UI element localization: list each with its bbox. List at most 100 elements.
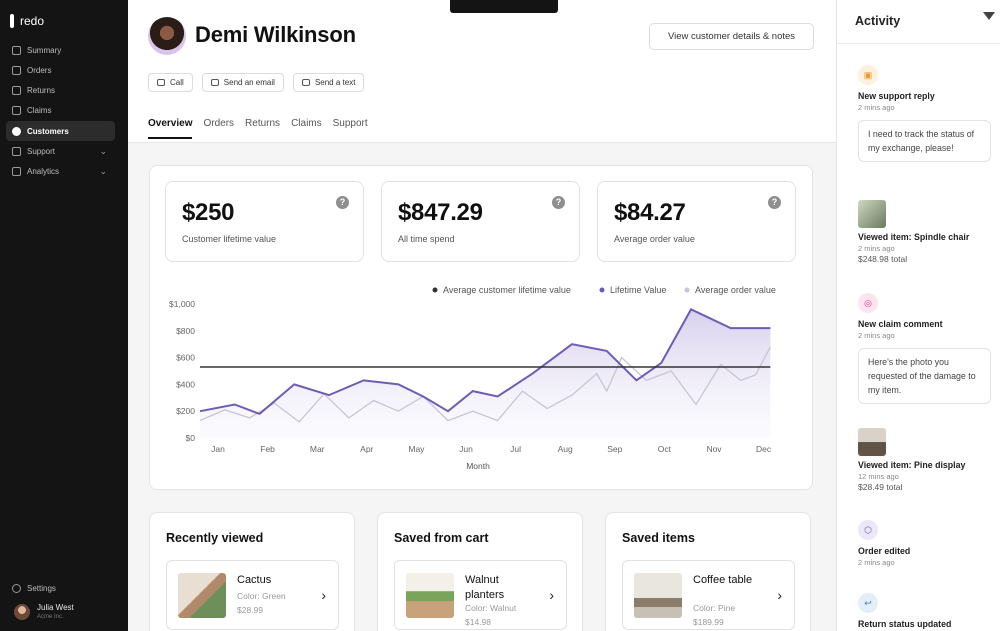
tab-overview[interactable]: Overview	[148, 118, 193, 139]
stat-label: All time spend	[398, 234, 455, 244]
sidebar-item-orders[interactable]: Orders	[6, 60, 115, 80]
x-tick-label: Jun	[459, 444, 473, 454]
activity-event[interactable]: ▣ New support reply 2 mins ago I need to…	[858, 65, 991, 162]
activity-event[interactable]: Viewed item: Pine display 12 mins ago $2…	[858, 428, 988, 492]
event-total: $28.49 total	[858, 482, 903, 492]
legend-marker	[599, 287, 605, 293]
product-item[interactable]: Cactus Color: Green $28.99 ›	[166, 560, 339, 630]
gear-icon	[12, 584, 21, 593]
send-text-button[interactable]: Send a text	[292, 73, 365, 92]
stat-label: Average order value	[614, 234, 695, 244]
stat-card-all-time-spend: $847.29 All time spend ?	[381, 181, 580, 262]
x-tick-label: Apr	[360, 444, 373, 454]
activity-event[interactable]: Viewed item: Spindle chair 2 mins ago $2…	[858, 200, 988, 264]
send-email-button[interactable]: Send an email	[201, 73, 284, 92]
chevron-down-icon: ⌄	[99, 145, 107, 156]
sidebar-item-label: Returns	[27, 86, 56, 96]
tab-returns[interactable]: Returns	[245, 118, 280, 139]
chevron-right-icon: ›	[321, 587, 326, 603]
help-icon[interactable]: ?	[552, 196, 565, 209]
event-title: Viewed item: Pine display	[858, 460, 966, 470]
sidebar-item-returns[interactable]: Returns	[6, 81, 115, 101]
y-tick-label: $600	[176, 353, 195, 363]
home-icon	[12, 45, 21, 55]
legend-label: Average customer lifetime value	[443, 285, 571, 295]
event-title: Viewed item: Spindle chair	[858, 232, 970, 242]
card-title: Recently viewed	[166, 531, 264, 545]
product-price: $14.98	[465, 617, 491, 627]
product-variant: Color: Pine	[693, 603, 736, 613]
product-item[interactable]: Coffee table Color: Pine $189.99 ›	[622, 560, 795, 630]
logo[interactable]: redo	[10, 14, 44, 28]
user-menu[interactable]: Julia West Acme Inc.	[14, 603, 74, 620]
help-icon[interactable]: ?	[336, 196, 349, 209]
chat-icon	[12, 146, 21, 156]
product-item[interactable]: Walnut planters Color: Walnut $14.98 ›	[394, 560, 567, 630]
sidebar-item-label: Customers	[27, 126, 69, 136]
return-icon	[12, 86, 21, 96]
sidebar-item-support[interactable]: Support ⌄	[6, 141, 115, 161]
call-button[interactable]: Call	[148, 73, 193, 92]
activity-event[interactable]: ⬡ Order edited 2 mins ago	[858, 520, 988, 567]
sidebar-item-summary[interactable]: Summary	[6, 40, 115, 60]
saved-items-card: Saved items Coffee table Color: Pine $18…	[605, 512, 811, 631]
chevron-down-icon: ⌄	[99, 166, 107, 177]
event-message: I need to track the status of my exchang…	[858, 120, 991, 162]
legend-marker	[684, 287, 690, 293]
x-tick-label: Oct	[658, 444, 672, 454]
event-time: 2 mins ago	[858, 244, 895, 253]
x-tick-label: Mar	[310, 444, 325, 454]
order-edited-icon: ⬡	[858, 520, 878, 540]
return-status-icon: ↩	[858, 593, 878, 613]
saved-from-cart-card: Saved from cart Walnut planters Color: W…	[377, 512, 583, 631]
event-message: Here's the photo you requested of the da…	[858, 348, 991, 404]
product-name: Walnut planters	[465, 574, 505, 601]
sidebar-item-customers[interactable]: Customers	[6, 121, 115, 142]
settings-label: Settings	[27, 584, 56, 593]
message-icon	[301, 79, 310, 86]
product-price: $189.99	[693, 617, 724, 627]
x-tick-label: Dec	[756, 444, 772, 454]
customer-name: Demi Wilkinson	[195, 22, 356, 47]
view-customer-details-button[interactable]: View customer details & notes	[649, 23, 814, 50]
x-tick-label: Feb	[260, 444, 275, 454]
alert-icon	[12, 106, 21, 116]
tab-claims[interactable]: Claims	[291, 118, 322, 139]
x-tick-label: May	[408, 444, 425, 454]
sidebar-item-claims[interactable]: Claims	[6, 101, 115, 121]
main-content: Demi Wilkinson View customer details & n…	[128, 0, 836, 631]
user-name: Julia West	[37, 603, 74, 612]
event-total: $248.98 total	[858, 254, 908, 264]
settings-link[interactable]: Settings	[12, 584, 56, 593]
activity-event[interactable]: ↩ Return status updated	[858, 593, 988, 629]
sidebar-item-analytics[interactable]: Analytics ⌄	[6, 162, 115, 182]
y-tick-label: $0	[186, 433, 196, 443]
product-thumbnail	[406, 573, 454, 618]
sidebar-nav: Summary Orders Returns Claims Customers …	[6, 40, 115, 182]
event-time: 2 mins ago	[858, 103, 895, 112]
lifetime-value-chart: $0 $200 $400 $600 $800 $1,000 Jan Feb Mar Apr May J…	[169, 285, 776, 471]
tab-orders[interactable]: Orders	[203, 118, 234, 139]
x-tick-label: Jan	[211, 444, 225, 454]
sidebar-item-label: Orders	[27, 65, 52, 75]
event-title: New support reply	[858, 91, 935, 101]
event-title: Return status updated	[858, 619, 952, 629]
customer-header: Demi Wilkinson View customer details & n…	[128, 0, 836, 143]
sidebar-item-label: Analytics	[27, 167, 60, 177]
product-variant: Color: Walnut	[465, 603, 517, 613]
user-org: Acme Inc.	[37, 614, 64, 620]
tab-support[interactable]: Support	[333, 118, 368, 139]
y-tick-label: $800	[176, 326, 195, 336]
product-variant: Color: Green	[237, 591, 286, 601]
filter-icon[interactable]	[983, 12, 995, 20]
activity-header: Activity	[837, 0, 1000, 44]
customer-icon	[12, 126, 21, 136]
sidebar-item-label: Claims	[27, 106, 52, 116]
chevron-right-icon: ›	[549, 587, 554, 603]
sidebar-item-label: Summary	[27, 45, 62, 55]
avatar	[14, 603, 30, 620]
help-icon[interactable]: ?	[768, 196, 781, 209]
y-tick-label: $1,000	[169, 299, 195, 309]
y-tick-label: $400	[176, 379, 195, 389]
activity-event[interactable]: ◎ New claim comment 2 mins ago Here's th…	[858, 293, 991, 404]
